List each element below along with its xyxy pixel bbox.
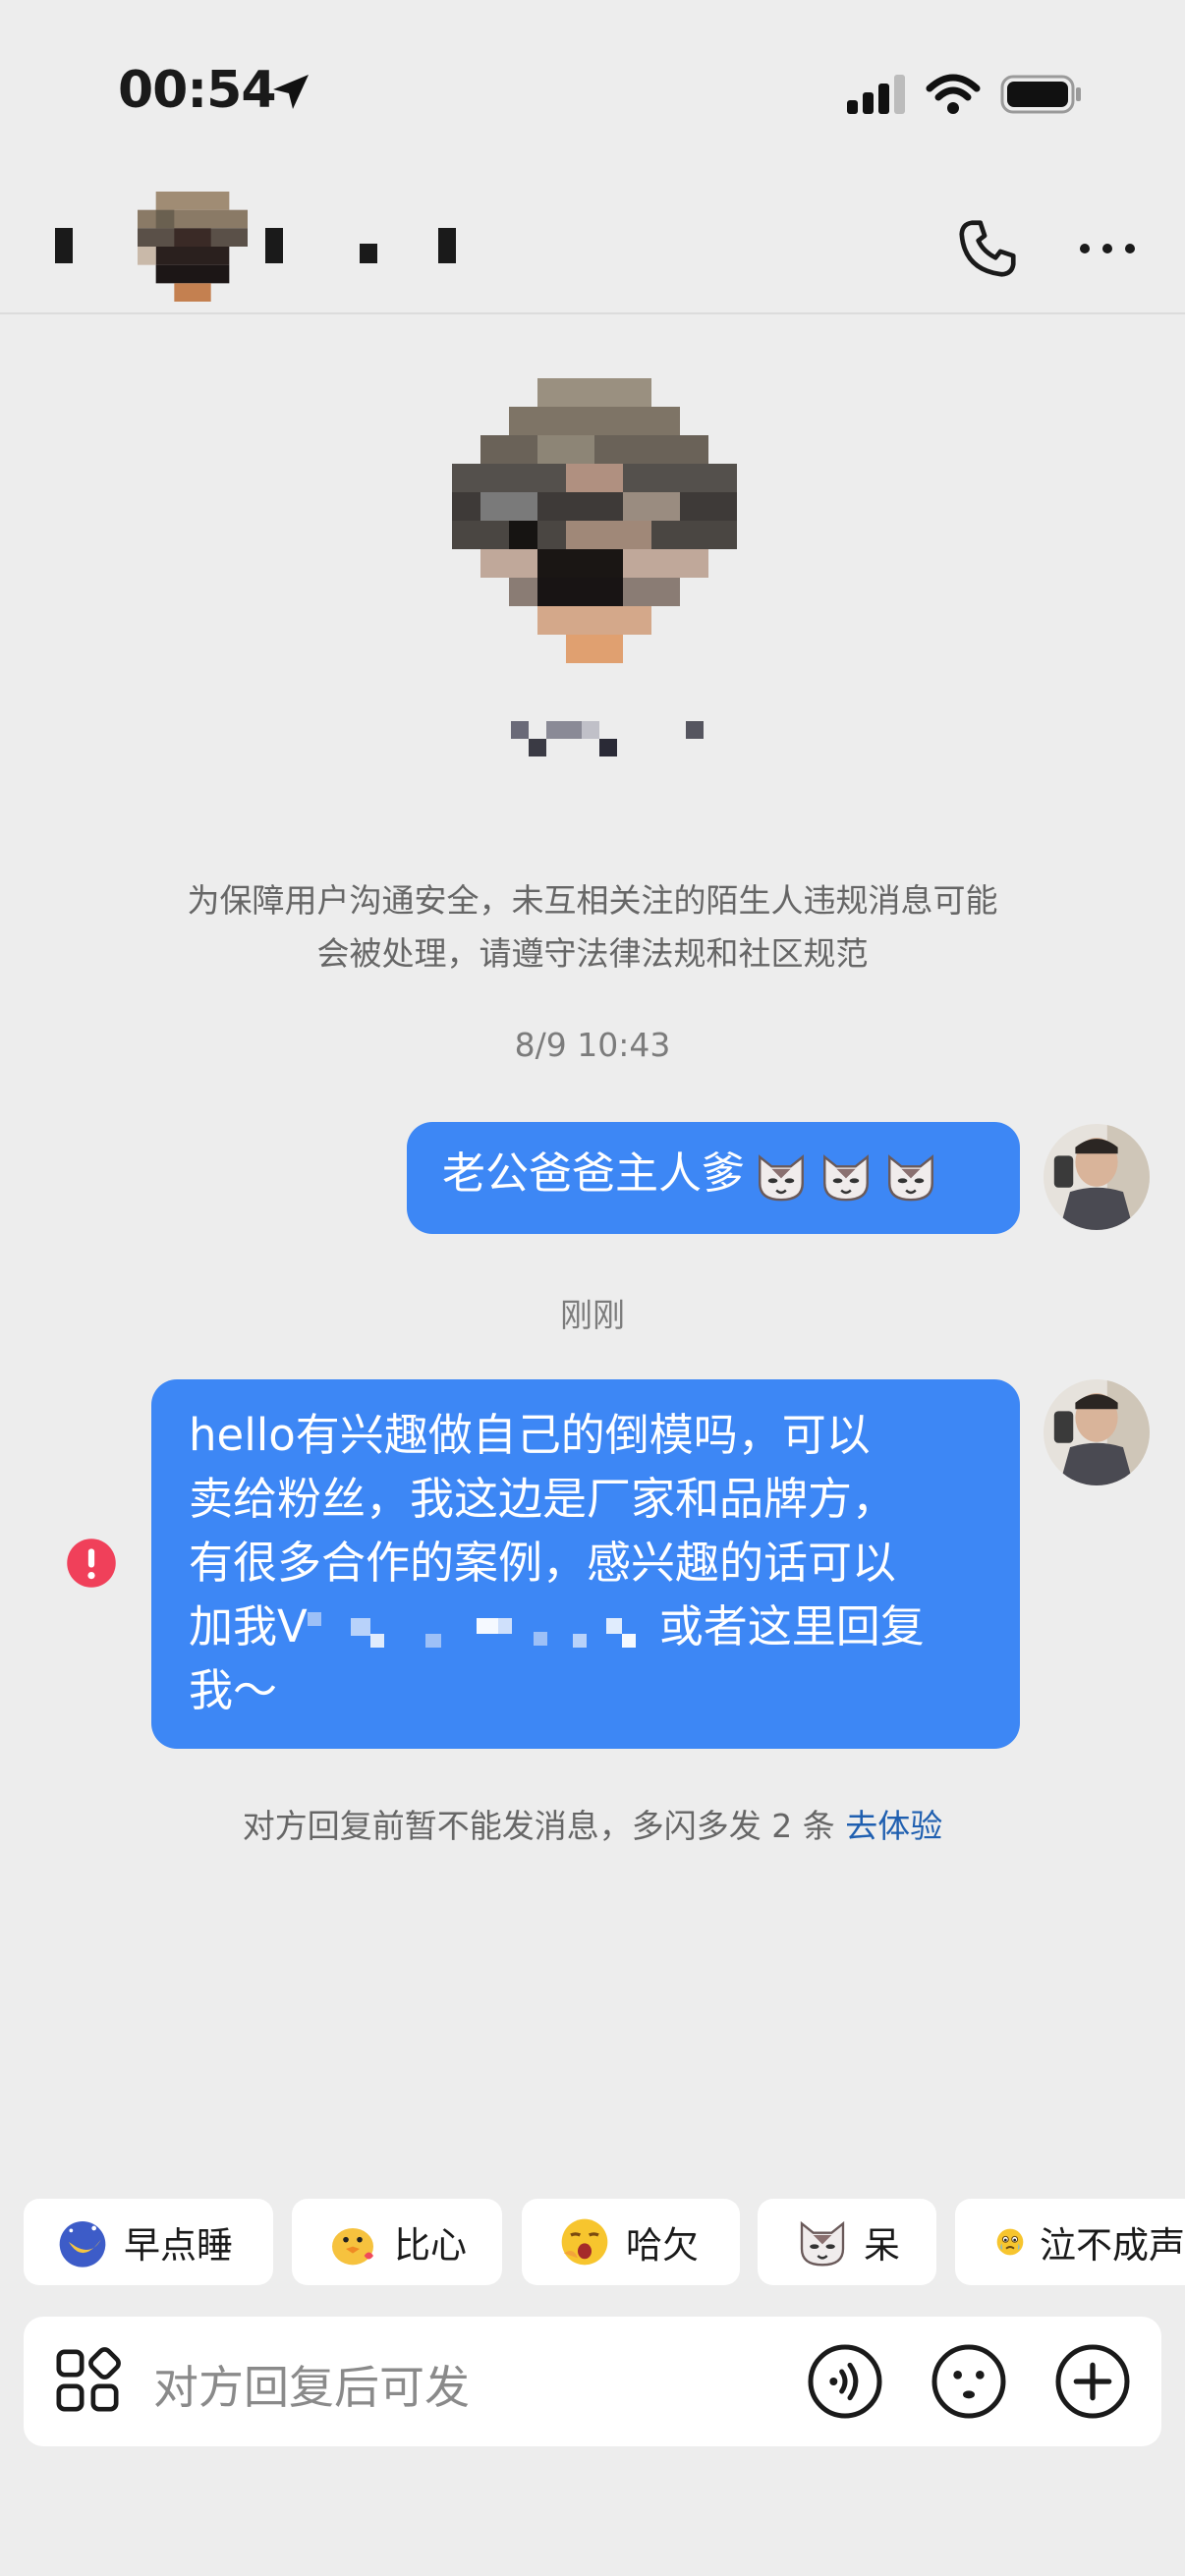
message-timestamp: 刚刚	[560, 1296, 625, 1334]
apps-grid-icon[interactable]	[53, 2346, 122, 2415]
location-arrow-icon	[273, 75, 309, 109]
emoji-picker-icon[interactable]	[930, 2342, 1008, 2421]
message-line: 加我V 或者这里回复	[189, 1595, 983, 1658]
heart-duck-icon	[332, 2228, 373, 2266]
message-timestamp: 8/9 10:43	[514, 1026, 671, 1064]
wifi-icon	[926, 74, 981, 114]
sleepy-moon-icon	[59, 2221, 106, 2268]
cat-face-icon	[759, 1154, 804, 1202]
profile-name-redacted	[511, 721, 704, 756]
message-line: 有很多合作的案例，感兴趣的话可以	[189, 1537, 897, 1589]
contact-name-redacted	[55, 228, 456, 263]
phone-call-icon[interactable]	[953, 214, 1022, 283]
yawn-face-icon	[561, 2218, 608, 2266]
cat-face-icon	[800, 2220, 845, 2267]
quick-reply-chip[interactable]: 比心	[292, 2199, 502, 2285]
quick-reply-chip[interactable]: 哈欠	[522, 2199, 740, 2285]
contact-avatar[interactable]	[134, 192, 252, 302]
quick-reply-chip[interactable]: 早点睡	[24, 2199, 273, 2285]
voice-input-icon[interactable]	[806, 2342, 884, 2421]
avatar-photo	[1044, 1124, 1150, 1230]
cat-face-icon	[823, 1154, 869, 1202]
message-bubble[interactable]: hello有兴趣做自己的倒模吗，可以 卖给粉丝，我这边是厂家和品牌方， 有很多合…	[151, 1379, 1020, 1749]
cellular-signal-icon	[847, 75, 905, 114]
message-line: 我～	[189, 1664, 278, 1716]
safety-notice: 为保障用户沟通安全，未互相关注的陌生人违规消息可能 会被处理，请遵守法律法规和社…	[187, 881, 998, 973]
message-bubble[interactable]: 老公爸爸主人爹	[407, 1122, 1020, 1234]
profile-avatar[interactable]	[452, 373, 737, 668]
message-text: 老公爸爸主人爹	[442, 1148, 745, 1199]
avatar-photo	[1044, 1379, 1150, 1485]
battery-icon	[1000, 75, 1081, 114]
cat-face-icon	[888, 1154, 933, 1202]
add-more-icon[interactable]	[1053, 2342, 1132, 2421]
status-time: 00:54	[118, 61, 277, 120]
message-line: 卖给粉丝，我这边是厂家和品牌方，	[189, 1473, 897, 1525]
send-failed-icon[interactable]	[65, 1537, 118, 1590]
my-avatar[interactable]	[1044, 1124, 1150, 1230]
more-options-icon[interactable]	[1075, 230, 1140, 267]
reply-limit-notice: 对方回复前暂不能发消息，多闪多发 2 条 去体验	[242, 1807, 943, 1845]
try-it-link[interactable]: 去体验	[845, 1807, 942, 1845]
message-line: hello有兴趣做自己的倒模吗，可以	[189, 1409, 871, 1461]
redacted-contact-id	[307, 1612, 636, 1648]
my-avatar[interactable]	[1044, 1379, 1150, 1485]
message-input-field[interactable]: 对方回复后可发	[153, 2352, 470, 2417]
quick-reply-chip[interactable]: 呆	[758, 2199, 936, 2285]
quick-reply-chip[interactable]: 泣不成声	[955, 2199, 1185, 2285]
crying-face-icon	[996, 2228, 1024, 2256]
